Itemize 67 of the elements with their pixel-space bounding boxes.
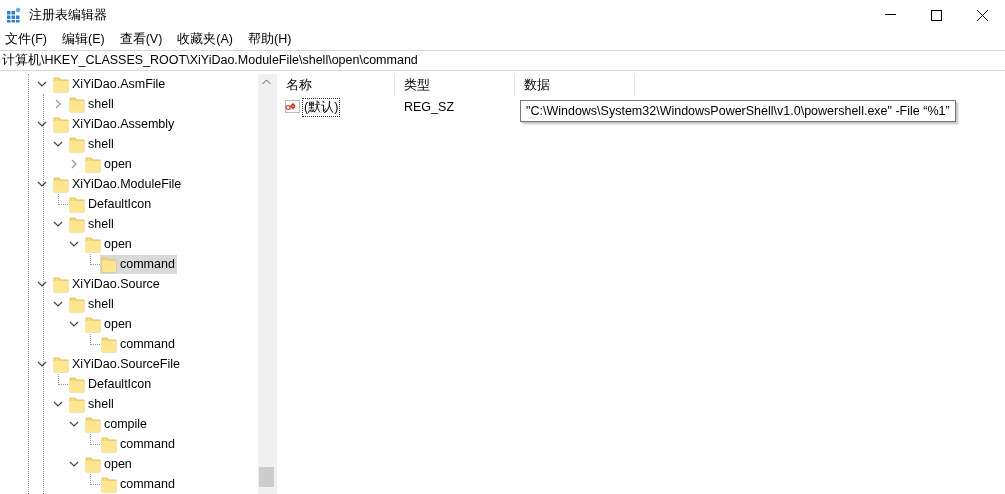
tree-item[interactable]: DefaultIcon [68,194,154,214]
tree-item[interactable]: shell [68,294,116,314]
tree-item[interactable]: shell [68,394,116,414]
folder-icon [53,355,69,373]
tree-item[interactable]: open [84,314,134,334]
folder-icon [101,435,117,453]
folder-icon [85,155,101,173]
column-header[interactable]: 名称 [277,74,395,96]
tree-connector [90,434,100,445]
tree-item[interactable]: open [84,234,134,254]
folder-icon [69,395,85,413]
menu-item[interactable]: 收藏夹(A) [177,30,233,48]
folder-icon [85,315,101,333]
maximize-icon [930,9,942,21]
column-header[interactable]: 数据 [515,74,635,96]
window-title: 注册表编辑器 [29,6,107,24]
folder-icon [69,215,85,233]
folder-icon [69,295,85,313]
folder-icon [53,75,69,93]
tree-item[interactable]: XiYiDao.Source [52,274,162,294]
tree-item[interactable]: open [84,154,134,174]
folder-icon [85,235,101,253]
close-icon [976,9,988,21]
tree-item[interactable]: XiYiDao.ModuleFile [52,174,184,194]
folder-icon [69,95,85,113]
value-data-tooltip: "C:\Windows\System32\WindowsPowerShell\v1.0\powershell.exe" -File “%1” [520,100,956,122]
tree-connector [58,194,68,205]
menu-item[interactable]: 帮助(H) [248,30,292,48]
scrollbar-thumb[interactable] [259,467,274,487]
tree-item[interactable]: DefaultIcon [68,374,154,394]
tree-item[interactable]: XiYiDao.Assembly [52,114,177,134]
menu-item[interactable]: 查看(V) [119,30,163,48]
tree-connector [90,474,100,485]
tree-item[interactable]: shell [68,94,116,114]
column-header[interactable]: 类型 [395,74,515,96]
folder-icon [69,135,85,153]
tree-item[interactable]: shell [68,134,116,154]
minimize-icon [884,14,896,16]
registry-app-icon [6,7,22,23]
tree-connector [90,334,100,345]
tree-item[interactable]: command [100,334,177,354]
scrollbar[interactable] [258,74,275,494]
tree-item[interactable]: shell [68,214,116,234]
folder-icon [101,475,117,493]
folder-icon [69,195,85,213]
folder-icon [101,255,117,273]
tree-item[interactable]: command [100,254,177,274]
folder-icon [101,335,117,353]
tree-item[interactable]: compile [84,414,150,434]
folder-icon [85,455,101,473]
tree-connector [58,374,68,385]
folder-icon [53,115,69,133]
address-bar[interactable]: 计算机\HKEY_CLASSES_ROOT\XiYiDao.ModuleFile\shell\open\command [0,50,1005,71]
menu-item[interactable]: 文件(F) [5,30,47,48]
tree-item[interactable]: XiYiDao.SourceFile [52,354,182,374]
tree-item[interactable]: command [100,474,177,494]
tree-item[interactable]: command [100,434,177,454]
tree-item[interactable]: XiYiDao.AsmFile [52,74,168,94]
value-type: REG_SZ [403,100,455,114]
menu-item[interactable]: 编辑(E) [61,30,105,48]
folder-icon [85,415,101,433]
string-value-icon [285,99,301,115]
value-name[interactable]: (默认) [302,97,341,117]
folder-icon [69,375,85,393]
folder-icon [53,175,69,193]
folder-icon [53,275,69,293]
tree-item[interactable]: open [84,454,134,474]
